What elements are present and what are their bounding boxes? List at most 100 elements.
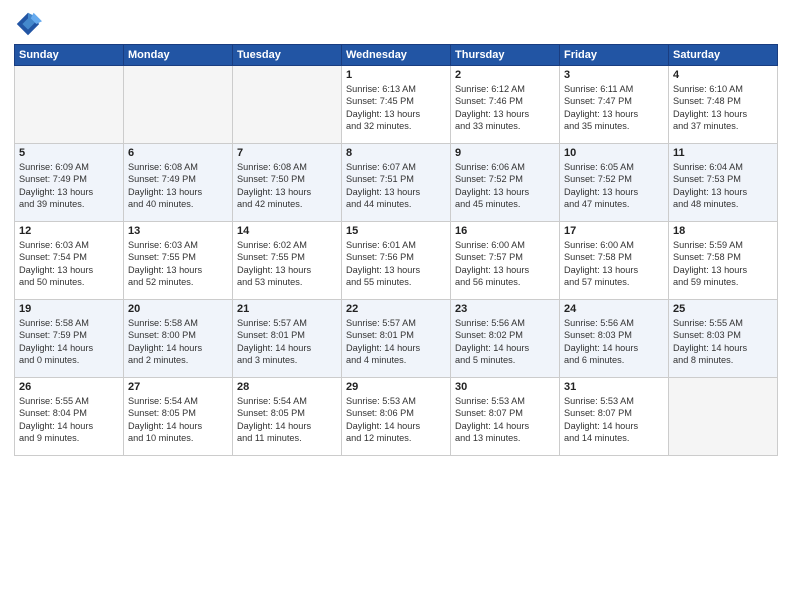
- day-info: Sunrise: 6:00 AM: [455, 239, 555, 251]
- week-row-0: 1Sunrise: 6:13 AMSunset: 7:45 PMDaylight…: [15, 66, 778, 144]
- day-info: Sunrise: 6:07 AM: [346, 161, 446, 173]
- day-info: Sunrise: 5:53 AM: [455, 395, 555, 407]
- calendar-cell: 6Sunrise: 6:08 AMSunset: 7:49 PMDaylight…: [124, 144, 233, 222]
- day-info: Daylight: 13 hours: [673, 264, 773, 276]
- day-info: Sunrise: 5:59 AM: [673, 239, 773, 251]
- day-info: Sunset: 7:55 PM: [237, 251, 337, 263]
- day-info: Sunrise: 6:10 AM: [673, 83, 773, 95]
- day-info: Sunset: 7:52 PM: [455, 173, 555, 185]
- day-number: 16: [455, 225, 555, 237]
- calendar-cell: 17Sunrise: 6:00 AMSunset: 7:58 PMDayligh…: [560, 222, 669, 300]
- day-number: 5: [19, 147, 119, 159]
- day-number: 8: [346, 147, 446, 159]
- day-info: Sunrise: 6:09 AM: [19, 161, 119, 173]
- day-info: Daylight: 13 hours: [564, 186, 664, 198]
- day-number: 18: [673, 225, 773, 237]
- day-header-wednesday: Wednesday: [342, 45, 451, 66]
- day-info: Daylight: 13 hours: [128, 264, 228, 276]
- day-info: Daylight: 13 hours: [19, 186, 119, 198]
- calendar-cell: [233, 66, 342, 144]
- day-info: Daylight: 14 hours: [128, 342, 228, 354]
- day-info: Sunset: 8:03 PM: [673, 329, 773, 341]
- day-info: Daylight: 13 hours: [237, 186, 337, 198]
- day-info: Daylight: 14 hours: [346, 342, 446, 354]
- day-info: Daylight: 14 hours: [673, 342, 773, 354]
- calendar-cell: 5 Sunrise: 6:09 AMSunset: 7:49 PMDaylight…: [15, 144, 124, 222]
- day-info: Sunrise: 5:57 AM: [346, 317, 446, 329]
- calendar-cell: 8Sunrise: 6:07 AMSunset: 7:51 PMDaylight…: [342, 144, 451, 222]
- calendar-cell: 30Sunrise: 5:53 AMSunset: 8:07 PMDayligh…: [451, 378, 560, 456]
- day-info: Sunset: 7:45 PM: [346, 95, 446, 107]
- day-info: Sunset: 8:00 PM: [128, 329, 228, 341]
- day-info: Sunset: 7:48 PM: [673, 95, 773, 107]
- day-number: 7: [237, 147, 337, 159]
- day-info: Daylight: 13 hours: [19, 264, 119, 276]
- day-info: Sunset: 8:01 PM: [346, 329, 446, 341]
- calendar-cell: 20Sunrise: 5:58 AMSunset: 8:00 PMDayligh…: [124, 300, 233, 378]
- calendar-cell: 7 Sunrise: 6:08 AMSunset: 7:50 PMDaylight…: [233, 144, 342, 222]
- day-info: and 12 minutes.: [346, 432, 446, 444]
- day-number: 20: [128, 303, 228, 315]
- day-info: Sunset: 7:58 PM: [564, 251, 664, 263]
- day-info: Sunset: 7:52 PM: [564, 173, 664, 185]
- day-info: and 3 minutes.: [237, 354, 337, 366]
- day-info: Sunset: 8:03 PM: [564, 329, 664, 341]
- day-info: Sunset: 8:07 PM: [455, 407, 555, 419]
- day-info: and 35 minutes.: [564, 120, 664, 132]
- day-header-saturday: Saturday: [669, 45, 778, 66]
- week-row-4: 26Sunrise: 5:55 AMSunset: 8:04 PMDayligh…: [15, 378, 778, 456]
- day-number: 25: [673, 303, 773, 315]
- day-info: Sunset: 7:50 PM: [237, 173, 337, 185]
- header: [14, 10, 778, 38]
- day-info: and 44 minutes.: [346, 198, 446, 210]
- day-info: and 50 minutes.: [19, 276, 119, 288]
- day-info: Daylight: 14 hours: [19, 342, 119, 354]
- day-number: 19: [19, 303, 119, 315]
- day-info: Sunset: 7:49 PM: [19, 173, 119, 185]
- day-info: Daylight: 13 hours: [455, 108, 555, 120]
- day-info: Sunset: 8:05 PM: [128, 407, 228, 419]
- calendar-cell: 24Sunrise: 5:56 AMSunset: 8:03 PMDayligh…: [560, 300, 669, 378]
- day-info: Sunrise: 6:08 AM: [128, 161, 228, 173]
- day-info: Daylight: 14 hours: [455, 420, 555, 432]
- day-number: 2: [455, 69, 555, 81]
- day-info: Daylight: 13 hours: [673, 186, 773, 198]
- day-info: Sunrise: 6:08 AM: [237, 161, 337, 173]
- day-info: Sunrise: 6:13 AM: [346, 83, 446, 95]
- day-info: and 13 minutes.: [455, 432, 555, 444]
- day-info: and 48 minutes.: [673, 198, 773, 210]
- day-info: Sunset: 7:57 PM: [455, 251, 555, 263]
- day-info: and 59 minutes.: [673, 276, 773, 288]
- day-info: Sunrise: 5:58 AM: [19, 317, 119, 329]
- calendar-cell: 27Sunrise: 5:54 AMSunset: 8:05 PMDayligh…: [124, 378, 233, 456]
- calendar-cell: 31Sunrise: 5:53 AMSunset: 8:07 PMDayligh…: [560, 378, 669, 456]
- day-info: Sunrise: 5:53 AM: [346, 395, 446, 407]
- calendar-cell: 23Sunrise: 5:56 AMSunset: 8:02 PMDayligh…: [451, 300, 560, 378]
- day-number: 22: [346, 303, 446, 315]
- day-info: Sunset: 8:07 PM: [564, 407, 664, 419]
- calendar-cell: 3Sunrise: 6:11 AMSunset: 7:47 PMDaylight…: [560, 66, 669, 144]
- day-number: 3: [564, 69, 664, 81]
- calendar-cell: 26Sunrise: 5:55 AMSunset: 8:04 PMDayligh…: [15, 378, 124, 456]
- day-info: Sunrise: 5:54 AM: [237, 395, 337, 407]
- day-info: and 45 minutes.: [455, 198, 555, 210]
- day-header-friday: Friday: [560, 45, 669, 66]
- day-info: and 6 minutes.: [564, 354, 664, 366]
- day-info: and 37 minutes.: [673, 120, 773, 132]
- day-info: Sunrise: 6:06 AM: [455, 161, 555, 173]
- week-row-3: 19Sunrise: 5:58 AMSunset: 7:59 PMDayligh…: [15, 300, 778, 378]
- day-info: and 39 minutes.: [19, 198, 119, 210]
- day-info: and 47 minutes.: [564, 198, 664, 210]
- calendar-cell: [669, 378, 778, 456]
- day-number: 23: [455, 303, 555, 315]
- day-info: Sunset: 7:58 PM: [673, 251, 773, 263]
- day-number: 15: [346, 225, 446, 237]
- day-info: and 10 minutes.: [128, 432, 228, 444]
- day-info: Daylight: 13 hours: [673, 108, 773, 120]
- day-info: Daylight: 13 hours: [128, 186, 228, 198]
- calendar-cell: 21Sunrise: 5:57 AMSunset: 8:01 PMDayligh…: [233, 300, 342, 378]
- calendar-cell: 16Sunrise: 6:00 AMSunset: 7:57 PMDayligh…: [451, 222, 560, 300]
- calendar-cell: 29Sunrise: 5:53 AMSunset: 8:06 PMDayligh…: [342, 378, 451, 456]
- day-number: 21: [237, 303, 337, 315]
- day-number: 11: [673, 147, 773, 159]
